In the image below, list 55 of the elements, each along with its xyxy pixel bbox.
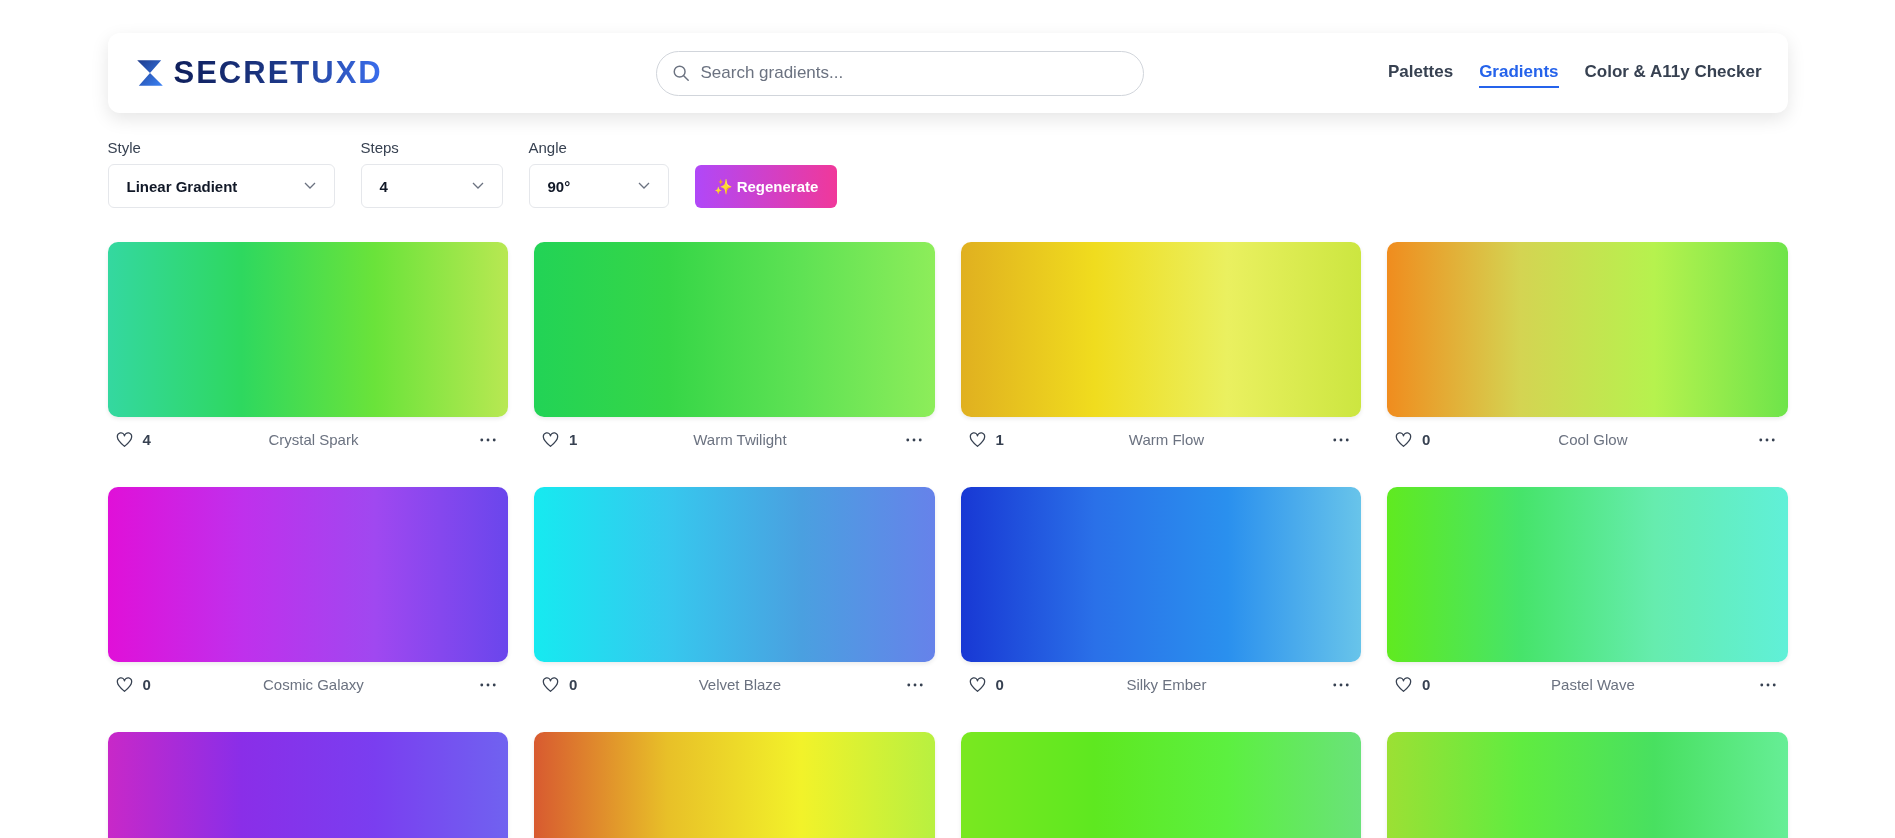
- chevron-down-icon: [303, 182, 316, 190]
- more-icon: [1759, 682, 1776, 687]
- chevron-down-icon: [637, 182, 650, 190]
- more-icon: [1333, 682, 1349, 687]
- like-button[interactable]: 0: [1395, 676, 1431, 693]
- gradient-swatch[interactable]: [107, 487, 508, 662]
- heart-icon: [115, 431, 133, 448]
- control-label: Steps: [360, 139, 400, 156]
- like-button[interactable]: 0: [542, 676, 578, 693]
- regenerate-button[interactable]: ✨ Regenerate: [694, 165, 838, 208]
- nav-link[interactable]: Color & A11y Checker: [1584, 58, 1762, 88]
- gradient-name: Crystal Spark: [268, 431, 359, 448]
- gradient-swatch[interactable]: [1387, 487, 1788, 662]
- more-icon: [906, 682, 923, 687]
- gradient-swatch[interactable]: [960, 487, 1361, 662]
- control-label: Angle: [528, 139, 568, 156]
- gradient-name: Silky Ember: [1126, 676, 1207, 693]
- heart-icon: [968, 676, 986, 693]
- like-button[interactable]: 1: [542, 431, 578, 448]
- gradient-name: Pastel Wave: [1551, 676, 1635, 693]
- control-label: Style: [107, 139, 142, 156]
- gradient-swatch[interactable]: [960, 242, 1361, 417]
- gradient-swatch[interactable]: [534, 487, 935, 662]
- gradient-name: Warm Twilight: [693, 431, 787, 448]
- chevron-down-icon: [471, 182, 484, 190]
- gradient-name: Cool Glow: [1558, 431, 1628, 448]
- heart-icon: [542, 431, 559, 448]
- like-button[interactable]: 0: [968, 676, 1004, 693]
- gradient-swatch[interactable]: [107, 242, 508, 417]
- like-button[interactable]: 0: [115, 676, 151, 693]
- dropdown[interactable]: 90°: [528, 164, 669, 208]
- more-icon: [480, 437, 496, 442]
- dropdown[interactable]: 4: [360, 164, 503, 208]
- search-field[interactable]: Search gradients...: [655, 50, 1144, 96]
- nav-link[interactable]: Gradients: [1479, 58, 1559, 88]
- gradient-name: Cosmic Galaxy: [263, 676, 364, 693]
- more-icon: [480, 682, 496, 687]
- heart-icon: [1395, 676, 1412, 693]
- gradient-name: Velvet Blaze: [698, 676, 782, 693]
- dropdown[interactable]: Linear Gradient: [107, 164, 335, 208]
- more-icon: [1759, 437, 1776, 442]
- heart-icon: [1395, 431, 1412, 448]
- like-button[interactable]: 0: [1395, 431, 1431, 448]
- like-button[interactable]: 1: [968, 431, 1004, 448]
- gradient-name: Warm Flow: [1128, 431, 1205, 448]
- nav-link[interactable]: Palettes: [1387, 58, 1454, 88]
- gradient-swatch[interactable]: [1387, 242, 1788, 417]
- like-button[interactable]: 4: [115, 431, 151, 448]
- more-icon: [1333, 437, 1349, 442]
- gradient-swatch[interactable]: [534, 242, 935, 417]
- more-icon: [906, 437, 923, 442]
- search-icon: [671, 63, 690, 82]
- heart-icon: [968, 431, 986, 448]
- heart-icon: [542, 676, 559, 693]
- heart-icon: [115, 676, 133, 693]
